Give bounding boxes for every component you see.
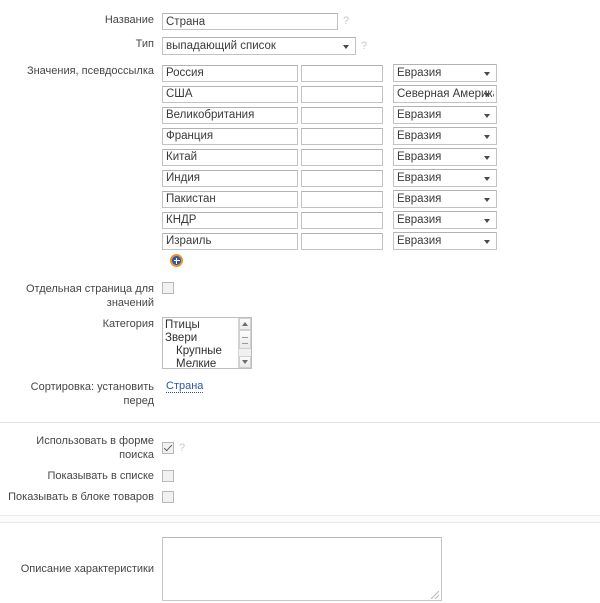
characteristic-settings-form: Название ? Тип выпадающий список ? Значе… — [0, 0, 600, 601]
values-rows: Евразия Северная Америка Евраз — [162, 64, 497, 253]
value-group-select-wrapper: Евразия — [393, 190, 497, 208]
sort-target-link[interactable]: Страна — [166, 380, 204, 393]
value-row: Евразия — [162, 169, 497, 187]
description-textarea-wrapper — [162, 537, 442, 601]
values-label: Значения, псевдоссылка — [26, 65, 154, 77]
value-group-select[interactable]: Евразия — [393, 127, 497, 145]
flags-section: Использовать в форме поиска ? Показывать… — [0, 423, 600, 504]
separate-page-checkbox[interactable] — [162, 282, 174, 294]
scrollbar-thumb[interactable] — [239, 330, 251, 349]
category-listbox[interactable]: Птицы Звери Крупные Мелкие — [162, 317, 252, 369]
category-scrollbar[interactable] — [238, 318, 251, 368]
value-group-select-wrapper: Евразия — [393, 106, 497, 124]
use-in-search-checkbox[interactable] — [162, 442, 174, 454]
value-group-select-wrapper: Евразия — [393, 211, 497, 229]
value-row: Евразия — [162, 106, 497, 124]
value-alias-input[interactable] — [301, 85, 383, 103]
field-row-separate-page: Отдельная страница для значений — [0, 270, 600, 310]
value-group-select[interactable]: Евразия — [393, 232, 497, 250]
type-select[interactable]: выпадающий список — [162, 37, 356, 55]
field-row-use-in-search: Использовать в форме поиска ? — [0, 434, 600, 462]
value-alias-input[interactable] — [301, 148, 383, 166]
value-input[interactable] — [162, 106, 298, 124]
use-in-search-help-icon[interactable]: ? — [179, 442, 185, 454]
value-group-select-wrapper: Евразия — [393, 232, 497, 250]
value-group-select-wrapper: Евразия — [393, 169, 497, 187]
separate-page-label: Отдельная страница для значений — [25, 283, 154, 309]
value-input[interactable] — [162, 169, 298, 187]
value-row: Евразия — [162, 211, 497, 229]
value-group-select-wrapper: Евразия — [393, 148, 497, 166]
add-value-row — [0, 253, 600, 270]
value-group-select[interactable]: Евразия — [393, 169, 497, 187]
name-help-icon[interactable]: ? — [343, 16, 349, 27]
value-input[interactable] — [162, 211, 298, 229]
value-group-select-wrapper: Евразия — [393, 127, 497, 145]
scroll-up-arrow-icon[interactable] — [239, 318, 251, 330]
resize-grip-icon[interactable] — [431, 591, 439, 599]
value-row: Евразия — [162, 64, 497, 82]
value-alias-input[interactable] — [301, 232, 383, 250]
value-input[interactable] — [162, 85, 298, 103]
field-row-show-in-products-block: Показывать в блоке товаров — [0, 490, 600, 504]
value-group-select[interactable]: Евразия — [393, 106, 497, 124]
show-in-list-checkbox[interactable] — [162, 470, 174, 482]
value-alias-input[interactable] — [301, 169, 383, 187]
field-row-sort: Сортировка: установить перед Страна — [0, 369, 600, 408]
use-in-search-label: Использовать в форме поиска — [36, 435, 154, 461]
scroll-down-arrow-icon[interactable] — [239, 356, 251, 368]
type-select-wrapper: выпадающий список — [162, 37, 356, 55]
type-help-icon[interactable]: ? — [361, 40, 367, 52]
category-label: Категория — [102, 318, 154, 330]
field-row-values: Значения, псевдоссылка Евразия Северная … — [0, 55, 600, 253]
value-row: Евразия — [162, 148, 497, 166]
name-input[interactable] — [162, 13, 338, 30]
field-row-category: Категория Птицы Звери Крупные Мелкие — [0, 310, 600, 369]
type-label: Тип — [135, 38, 154, 50]
value-group-select-wrapper: Северная Америка — [393, 85, 497, 103]
add-circle-icon[interactable] — [170, 254, 183, 267]
value-group-select[interactable]: Евразия — [393, 190, 497, 208]
value-row: Евразия — [162, 190, 497, 208]
name-label: Название — [104, 14, 154, 26]
value-group-select[interactable]: Евразия — [393, 64, 497, 82]
field-row-name: Название ? — [0, 0, 600, 30]
sort-label: Сортировка: установить перед — [30, 381, 154, 407]
value-row: Евразия — [162, 127, 497, 145]
description-label: Описание характеристики — [20, 563, 154, 575]
show-in-list-label: Показывать в списке — [47, 470, 155, 482]
value-alias-input[interactable] — [301, 211, 383, 229]
value-group-select[interactable]: Евразия — [393, 211, 497, 229]
value-input[interactable] — [162, 148, 298, 166]
field-row-description: Описание характеристики — [0, 537, 600, 601]
value-alias-input[interactable] — [301, 190, 383, 208]
value-alias-input[interactable] — [301, 127, 383, 145]
value-row: Евразия — [162, 232, 497, 250]
section-separator-band — [0, 515, 600, 523]
description-section: Описание характеристики — [0, 523, 600, 601]
field-row-show-in-list: Показывать в списке — [0, 469, 600, 483]
show-in-products-block-checkbox[interactable] — [162, 491, 174, 503]
value-group-select[interactable]: Евразия — [393, 148, 497, 166]
show-in-products-block-label: Показывать в блоке товаров — [8, 491, 154, 503]
value-group-select[interactable]: Северная Америка — [393, 85, 497, 103]
value-input[interactable] — [162, 64, 298, 82]
value-input[interactable] — [162, 232, 298, 250]
value-alias-input[interactable] — [301, 106, 383, 124]
value-row: Северная Америка — [162, 85, 497, 103]
value-group-select-wrapper: Евразия — [393, 64, 497, 82]
field-row-type: Тип выпадающий список ? — [0, 30, 600, 55]
value-input[interactable] — [162, 127, 298, 145]
description-textarea[interactable] — [163, 538, 441, 600]
value-input[interactable] — [162, 190, 298, 208]
value-alias-input[interactable] — [301, 64, 383, 82]
